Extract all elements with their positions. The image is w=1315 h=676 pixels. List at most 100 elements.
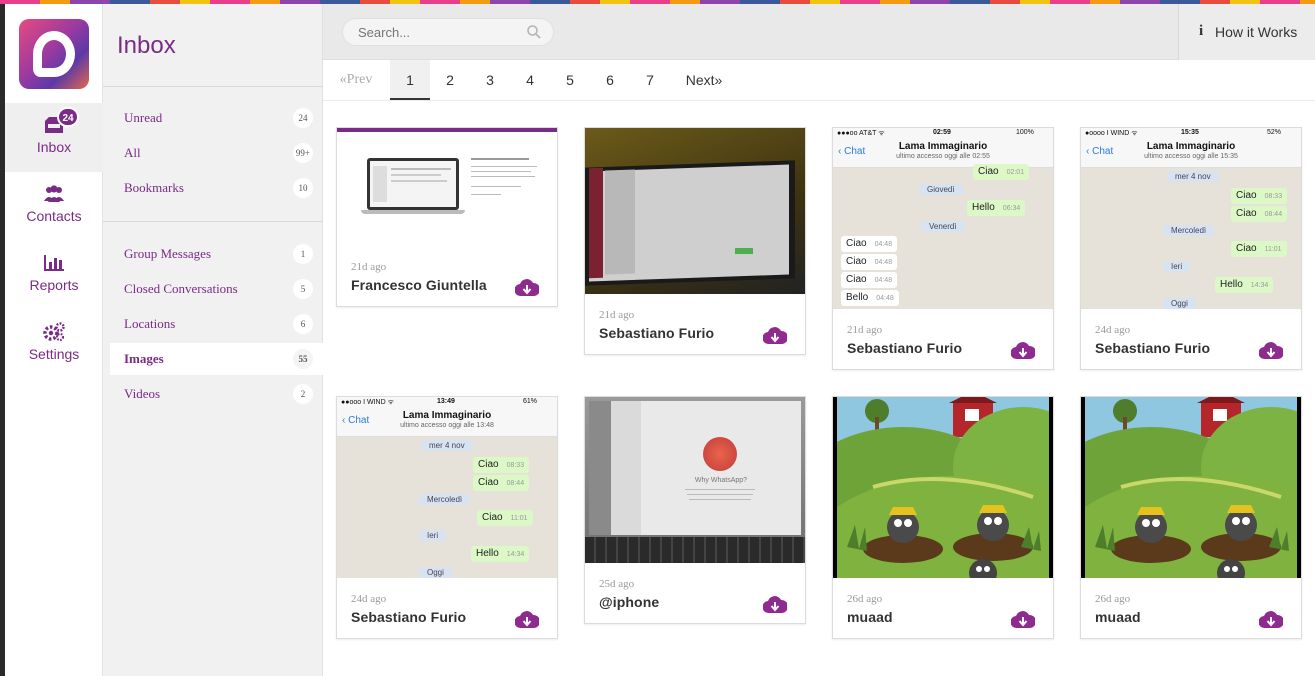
image-card[interactable]: 21d ago Sebastiano Furio xyxy=(584,127,806,355)
pager-next[interactable]: Next» xyxy=(678,60,730,100)
image-card[interactable]: Why WhatsApp? 25d ago @iphone xyxy=(584,396,806,624)
image-card[interactable]: ●●●oo AT&T ᯤ 02:59 100% ‹ Chat Lama Imma… xyxy=(832,127,1054,370)
image-thumbnail[interactable] xyxy=(337,128,557,246)
chat-title: Lama Immaginario xyxy=(1146,141,1236,152)
image-date: 26d ago xyxy=(847,593,883,605)
info-icon: i xyxy=(1199,23,1204,39)
image-date: 24d ago xyxy=(1095,324,1131,336)
nav-contacts[interactable]: Contacts xyxy=(5,172,103,241)
chat-bubble: Ciao 11:01 xyxy=(477,510,533,526)
status-battery: 61% xyxy=(523,398,538,405)
folder-count: 5 xyxy=(293,279,313,299)
chat-day: mer 4 nov xyxy=(421,440,473,451)
folder-label: All xyxy=(124,145,141,160)
chat-bubble: Bello 04:48 xyxy=(841,290,899,306)
chat-subtitle: ultimo accesso oggi alle 13:48 xyxy=(400,422,494,429)
image-sender: @iphone xyxy=(599,594,660,610)
image-card[interactable]: 26d ago muaad xyxy=(1080,396,1302,639)
download-icon[interactable] xyxy=(1259,342,1283,362)
image-card[interactable]: ●oooo I WIND ᯤ 15:35 52% ‹ Chat Lama Imm… xyxy=(1080,127,1302,370)
chat-bubble: Ciao 08:33 xyxy=(1231,188,1288,204)
how-it-works-label: How it Works xyxy=(1215,24,1298,40)
bar-chart-icon xyxy=(44,255,64,271)
folder-label: Unread xyxy=(124,110,163,125)
image-thumbnail[interactable] xyxy=(585,128,805,294)
pager-prev[interactable]: «Prev xyxy=(333,60,379,100)
image-date: 24d ago xyxy=(351,593,387,605)
folder-all[interactable]: All 99+ xyxy=(110,137,323,169)
chat-bubble: Ciao 04:48 xyxy=(841,236,898,252)
chat-bubble: Ciao 04:48 xyxy=(841,272,898,288)
pagination: «Prev 1 2 3 4 5 6 7 Next» xyxy=(323,60,1315,101)
pager-page-1[interactable]: 1 xyxy=(390,60,430,100)
status-time: 02:59 xyxy=(933,129,951,136)
chat-day: Venerdì xyxy=(921,221,965,232)
pager-page-5[interactable]: 5 xyxy=(550,60,590,100)
download-icon[interactable] xyxy=(1011,342,1035,362)
folder-images[interactable]: Images 55 xyxy=(110,343,323,375)
download-icon[interactable] xyxy=(1259,611,1283,631)
gears-icon xyxy=(43,322,65,342)
pager-page-7[interactable]: 7 xyxy=(630,60,670,100)
app-logo[interactable] xyxy=(19,19,89,89)
chat-subtitle: ultimo accesso oggi alle 02:55 xyxy=(896,153,990,160)
nav-inbox[interactable]: 24 Inbox xyxy=(5,103,103,172)
folder-closed-conversations[interactable]: Closed Conversations 5 xyxy=(110,273,323,305)
image-thumbnail[interactable]: ●●●oo AT&T ᯤ 02:59 100% ‹ Chat Lama Imma… xyxy=(833,128,1053,309)
laptop-screen-title: Why WhatsApp? xyxy=(694,477,748,484)
folder-group-messages[interactable]: Group Messages 1 xyxy=(110,238,323,270)
folder-count: 24 xyxy=(293,108,313,128)
download-icon[interactable] xyxy=(763,327,787,347)
download-icon[interactable] xyxy=(515,611,539,631)
folder-count: 10 xyxy=(293,178,313,198)
folder-count: 6 xyxy=(293,314,313,334)
download-icon[interactable] xyxy=(763,596,787,616)
search-input[interactable] xyxy=(342,18,554,46)
image-thumbnail[interactable]: Why WhatsApp? xyxy=(585,397,805,563)
image-sender: muaad xyxy=(1095,609,1141,625)
pager-page-6[interactable]: 6 xyxy=(590,60,630,100)
folder-label: Group Messages xyxy=(124,246,212,261)
nav-reports[interactable]: Reports xyxy=(5,241,103,310)
chat-day: Oggi xyxy=(419,567,452,578)
folder-bookmarks[interactable]: Bookmarks 10 xyxy=(110,172,323,204)
pager-page-2[interactable]: 2 xyxy=(430,60,470,100)
image-thumbnail[interactable]: ●●ooo I WIND ᯤ 13:49 61% ‹ Chat Lama Imm… xyxy=(337,397,557,578)
game-scene-image xyxy=(1081,397,1301,578)
download-icon[interactable] xyxy=(1011,611,1035,631)
status-carrier: ●●●oo AT&T ᯤ xyxy=(837,130,885,137)
image-date: 21d ago xyxy=(599,309,635,321)
image-thumbnail[interactable] xyxy=(1081,397,1301,578)
main-nav-rail: 24 Inbox Contacts Reports Settings xyxy=(0,4,103,676)
image-card[interactable]: 21d ago Francesco Giuntella xyxy=(336,127,558,307)
status-carrier: ●●ooo I WIND ᯤ xyxy=(341,399,394,406)
folder-count: 2 xyxy=(293,384,313,404)
folder-videos[interactable]: Videos 2 xyxy=(110,378,323,410)
chat-day: Oggi xyxy=(1163,298,1196,309)
folder-locations[interactable]: Locations 6 xyxy=(110,308,323,340)
nav-settings[interactable]: Settings xyxy=(5,310,103,379)
chat-bubble: Ciao 04:48 xyxy=(841,254,898,270)
image-date: 26d ago xyxy=(1095,593,1131,605)
nav-settings-label: Settings xyxy=(28,346,80,362)
status-carrier: ●oooo I WIND ᯤ xyxy=(1085,130,1138,137)
image-thumbnail[interactable] xyxy=(833,397,1053,578)
search-icon[interactable] xyxy=(526,24,542,40)
download-icon[interactable] xyxy=(515,279,539,299)
chat-bubble: Hello 14:34 xyxy=(471,546,530,562)
image-date: 21d ago xyxy=(351,261,387,273)
chat-bubble: Ciao 08:33 xyxy=(473,457,530,473)
inbox-sidebar: Inbox Unread 24 All 99+ Bookmarks 10 Group … xyxy=(103,4,323,676)
pager-page-3[interactable]: 3 xyxy=(470,60,510,100)
phone-header: ●●●oo AT&T ᯤ 02:59 100% ‹ Chat Lama Imma… xyxy=(833,128,1053,168)
image-card[interactable]: 26d ago muaad xyxy=(832,396,1054,639)
how-it-works-button[interactable]: i How it Works xyxy=(1178,4,1315,60)
image-card[interactable]: ●●ooo I WIND ᯤ 13:49 61% ‹ Chat Lama Imm… xyxy=(336,396,558,639)
image-sender: Sebastiano Furio xyxy=(847,340,963,356)
status-battery: 52% xyxy=(1267,129,1282,136)
image-thumbnail[interactable]: ●oooo I WIND ᯤ 15:35 52% ‹ Chat Lama Imm… xyxy=(1081,128,1301,309)
folder-unread[interactable]: Unread 24 xyxy=(110,102,323,134)
game-scene-image xyxy=(833,397,1053,578)
pager-page-4[interactable]: 4 xyxy=(510,60,550,100)
chat-title: Lama Immaginario xyxy=(898,141,988,152)
